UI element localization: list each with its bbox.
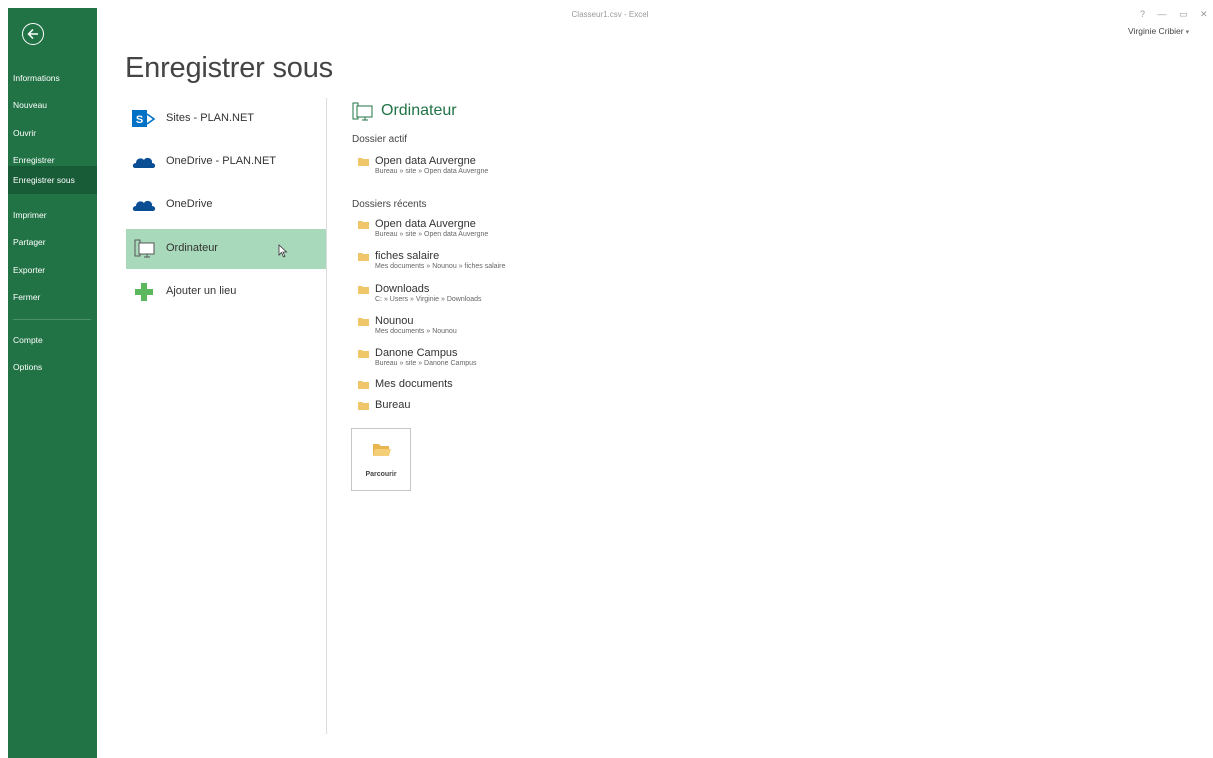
- mouse-cursor-icon: [278, 244, 288, 258]
- folder-name: Downloads: [375, 283, 430, 295]
- folder-path: Bureau » site » Open data Auvergne: [375, 168, 489, 175]
- sidebar-item-enregistrer-sous[interactable]: Enregistrer sous: [8, 166, 97, 194]
- folder-path: Mes documents » Nounou: [375, 328, 457, 335]
- sidebar-item-compte[interactable]: Compte: [8, 327, 97, 353]
- browse-label: Parcourir: [365, 471, 397, 478]
- page-title: Enregistrer sous: [125, 52, 333, 84]
- folder-open-icon: [373, 444, 391, 456]
- folder-path: Bureau » site » Open data Auvergne: [375, 231, 489, 238]
- folder-path: Bureau » site » Danone Campus: [375, 360, 477, 367]
- svg-text:S: S: [136, 114, 143, 126]
- folder-icon: [358, 221, 369, 229]
- sidebar-item-informations[interactable]: Informations: [8, 65, 97, 91]
- computer-icon: [352, 102, 373, 121]
- browse-button[interactable]: Parcourir: [351, 428, 411, 491]
- folder-name: Bureau: [375, 399, 411, 411]
- window-frame: [0, 0, 8, 758]
- folder-icon: [358, 381, 369, 389]
- folder-name: fiches salaire: [375, 250, 440, 262]
- onedrive-icon: [132, 157, 156, 168]
- folder-name: Danone Campus: [375, 347, 458, 359]
- current-folder-label: Dossier actif: [352, 134, 408, 145]
- place-label: Ordinateur: [166, 242, 218, 254]
- folder-icon: [358, 253, 369, 261]
- sidebar-item-fermer[interactable]: Fermer: [8, 284, 97, 310]
- window-controls[interactable]: ? — ▭ ✕: [1140, 9, 1210, 20]
- sidebar-item-options[interactable]: Options: [8, 354, 97, 380]
- place-ordinateur[interactable]: Ordinateur: [126, 229, 326, 269]
- folder-path: C: » Users » Virginie » Downloads: [375, 296, 482, 303]
- sidebar-item-imprimer[interactable]: Imprimer: [8, 202, 97, 228]
- place-sites-plan-net[interactable]: S Sites - PLAN.NET: [126, 99, 326, 139]
- folder-path: Mes documents » Nounou » fiches salaire: [375, 263, 506, 270]
- sidebar-item-nouveau[interactable]: Nouveau: [8, 92, 97, 118]
- recent-folders-label: Dossiers récents: [352, 199, 427, 210]
- place-onedrive[interactable]: OneDrive: [126, 185, 326, 225]
- place-label: Ajouter un lieu: [166, 285, 237, 297]
- folder-name: Open data Auvergne: [375, 155, 476, 167]
- sidebar-item-ouvrir[interactable]: Ouvrir: [8, 120, 97, 146]
- column-divider: [326, 98, 327, 734]
- computer-icon: [134, 239, 155, 258]
- folder-icon: [358, 350, 369, 358]
- folder-name: Nounou: [375, 315, 414, 327]
- user-account[interactable]: Virginie Cribier ▾: [1128, 26, 1189, 36]
- arrow-left-icon: [27, 28, 38, 40]
- sharepoint-icon: S: [132, 110, 156, 127]
- folder-name: Open data Auvergne: [375, 218, 476, 230]
- folder-icon: [358, 402, 369, 410]
- back-button[interactable]: [22, 23, 44, 45]
- place-label: OneDrive - PLAN.NET: [166, 155, 277, 167]
- user-name: Virginie Cribier: [1128, 26, 1184, 36]
- folder-icon: [358, 158, 369, 166]
- folder-name: Mes documents: [375, 378, 453, 390]
- folder-icon: [358, 286, 369, 294]
- panel-title: Ordinateur: [381, 102, 457, 119]
- backstage-sidebar: Informations Nouveau Ouvrir Enregistrer …: [8, 8, 97, 758]
- folder-icon: [358, 318, 369, 326]
- onedrive-icon: [132, 200, 156, 211]
- add-place-icon: [135, 283, 153, 301]
- window-title: Classeur1.csv - Excel: [571, 10, 649, 19]
- place-label: OneDrive: [166, 198, 213, 210]
- sidebar-item-partager[interactable]: Partager: [8, 229, 97, 255]
- place-ajouter-un-lieu[interactable]: Ajouter un lieu: [126, 272, 326, 312]
- place-onedrive-plan-net[interactable]: OneDrive - PLAN.NET: [126, 142, 326, 182]
- sidebar-divider: [13, 319, 91, 320]
- sidebar-item-exporter[interactable]: Exporter: [8, 257, 97, 283]
- chevron-down-icon: ▾: [1185, 29, 1190, 36]
- place-label: Sites - PLAN.NET: [166, 112, 255, 124]
